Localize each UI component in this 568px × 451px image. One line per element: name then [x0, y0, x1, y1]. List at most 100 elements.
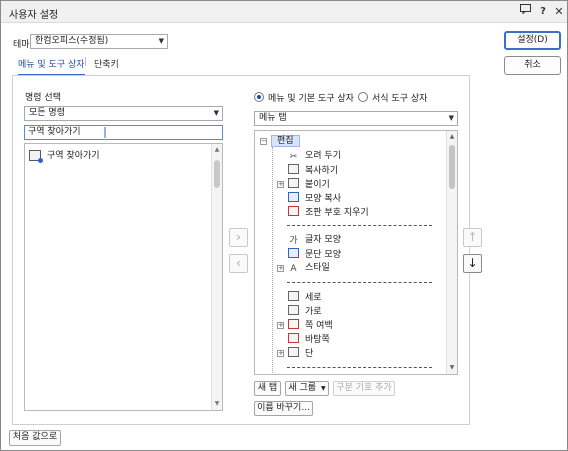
command-category-select[interactable]: 모든 명령 ▼: [24, 106, 223, 121]
expand-icon[interactable]: +: [277, 181, 284, 188]
chevron-down-icon: ▼: [320, 385, 326, 392]
command-category-value: 모든 명령: [29, 108, 65, 118]
expand-icon[interactable]: +: [277, 322, 284, 329]
columns-icon: [288, 347, 299, 357]
portrait-icon: [288, 291, 299, 301]
tree-item[interactable]: 조판 부호 지우기: [288, 206, 369, 219]
command-search-input[interactable]: 구역 찾아가기: [24, 125, 223, 140]
tree-item[interactable]: 복사하기: [288, 164, 338, 177]
paste-icon: [288, 178, 299, 188]
radio-label: 서식 도구 상자: [372, 94, 428, 104]
tree-group-edit[interactable]: 편집: [271, 135, 300, 148]
tree-item[interactable]: 세로: [288, 291, 322, 304]
ok-button[interactable]: 설정(D): [504, 31, 561, 50]
help-button[interactable]: ?: [535, 4, 551, 20]
radio-menu-toolbox[interactable]: 메뉴 및 기본 도구 상자: [254, 92, 354, 104]
scroll-down-icon[interactable]: ▼: [447, 363, 457, 373]
tree-item[interactable]: 가 글자 모양: [288, 234, 341, 247]
command-list-scrollbar[interactable]: ▲ ▼: [211, 144, 222, 410]
customize-dialog: 사용자 설정 ? ✕ 테마 한컴오피스(수정됨) ▼ 메뉴 및 도구 상자 | …: [0, 0, 568, 451]
tree-item-label: 오려 두기: [305, 151, 341, 161]
tree-group-label: 편집: [271, 135, 300, 147]
close-button[interactable]: ✕: [551, 4, 567, 20]
list-item[interactable]: 구역 찾아가기: [29, 149, 100, 163]
list-item-label: 구역 찾아가기: [47, 151, 100, 161]
copy-icon: [288, 164, 299, 174]
tree-item[interactable]: A 스타일: [288, 262, 329, 275]
scroll-up-icon[interactable]: ▲: [447, 132, 457, 142]
tree-guide-line: [272, 147, 273, 374]
tab-menu-toolbox[interactable]: 메뉴 및 도구 상자: [18, 57, 85, 76]
goto-section-icon: [29, 150, 43, 163]
scroll-down-icon[interactable]: ▼: [212, 399, 222, 409]
tree-item[interactable]: 모양 복사: [288, 192, 341, 205]
feedback-icon[interactable]: [517, 4, 533, 20]
master-page-icon: [288, 333, 299, 343]
scroll-thumb[interactable]: [214, 160, 220, 188]
tree-item[interactable]: 붙이기: [288, 178, 330, 191]
new-group-button[interactable]: 새 그룹 ▼: [285, 381, 329, 396]
tree-item-label: 복사하기: [305, 166, 339, 176]
tree-item[interactable]: ✂ 오려 두기: [288, 150, 341, 163]
tree-item-label: 글자 모양: [305, 235, 341, 245]
scissors-icon: ✂: [289, 152, 298, 162]
radio-format-toolbox[interactable]: 서식 도구 상자: [358, 92, 427, 104]
tree-item[interactable]: 단: [288, 347, 313, 360]
tree-item-label: 문단 모양: [305, 250, 341, 260]
expand-icon[interactable]: +: [277, 350, 284, 357]
tree-item-label: 쪽 여백: [305, 321, 333, 331]
target-menu-value: 메뉴 탭: [259, 113, 287, 123]
scroll-thumb[interactable]: [449, 145, 455, 189]
chevron-down-icon: ▼: [213, 109, 219, 117]
move-down-button[interactable]: ↓: [463, 254, 482, 273]
tree-separator[interactable]: [287, 225, 432, 226]
tree-item[interactable]: 문단 모양: [288, 248, 341, 261]
radio-unselected-icon: [358, 92, 368, 102]
tab-shortcuts[interactable]: 단축키: [94, 57, 119, 70]
theme-label: 테마: [13, 40, 30, 50]
theme-select-value: 한컴오피스(수정됨): [35, 36, 109, 46]
rename-button[interactable]: 이름 바꾸기...: [254, 401, 313, 416]
title-bar: 사용자 설정 ? ✕: [1, 1, 567, 23]
theme-select[interactable]: 한컴오피스(수정됨) ▼: [30, 34, 168, 49]
tree-item[interactable]: 쪽 여백: [288, 319, 333, 332]
dialog-title: 사용자 설정: [9, 10, 59, 21]
tree-item-label: 조판 부호 지우기: [305, 208, 369, 218]
char-shape-icon: 가: [289, 236, 298, 246]
collapse-icon[interactable]: −: [260, 138, 267, 145]
add-separator-button[interactable]: 구분 기호 추가: [333, 381, 395, 396]
para-shape-icon: [288, 248, 299, 258]
tree-item[interactable]: 바탕쪽: [288, 333, 330, 346]
tree-item-label: 모양 복사: [305, 194, 341, 204]
landscape-icon: [288, 305, 299, 315]
radio-label: 메뉴 및 기본 도구 상자: [268, 94, 354, 104]
text-cursor: [104, 127, 106, 138]
new-group-label: 새 그룹: [288, 383, 317, 393]
tree-item-label: 바탕쪽: [305, 335, 330, 345]
expand-icon[interactable]: +: [277, 265, 284, 272]
menu-tree-scrollbar[interactable]: ▲ ▼: [446, 131, 457, 374]
style-icon: A: [290, 264, 297, 274]
tree-item[interactable]: 가로: [288, 305, 322, 318]
remove-command-button[interactable]: ‹: [229, 254, 248, 273]
cancel-button[interactable]: 취소: [504, 56, 561, 75]
add-command-button[interactable]: ›: [229, 228, 248, 247]
target-menu-select[interactable]: 메뉴 탭 ▼: [254, 111, 458, 126]
tree-item-label: 붙이기: [305, 180, 330, 190]
chevron-down-icon: ▼: [448, 114, 454, 122]
margin-icon: [288, 319, 299, 329]
command-search-value: 구역 찾아가기: [28, 127, 81, 137]
command-select-label: 명령 선택: [25, 93, 61, 103]
clear-marks-icon: [288, 206, 299, 216]
move-up-button[interactable]: ↑: [463, 228, 482, 247]
reset-defaults-button[interactable]: 처음 값으로: [9, 430, 61, 446]
tree-separator[interactable]: [287, 282, 432, 283]
new-tab-button[interactable]: 새 탭: [254, 381, 281, 396]
scroll-up-icon[interactable]: ▲: [212, 145, 222, 155]
command-list[interactable]: 구역 찾아가기 ▲ ▼: [24, 143, 223, 411]
chevron-down-icon: ▼: [158, 37, 164, 45]
menu-tree[interactable]: − 편집 ✂ 오려 두기 복사하기 + 붙이기 모양 복사 조판 부호 지우기 가…: [254, 130, 458, 375]
radio-selected-icon: [254, 92, 264, 102]
tree-item-label: 가로: [305, 307, 322, 317]
tree-separator[interactable]: [287, 367, 432, 368]
